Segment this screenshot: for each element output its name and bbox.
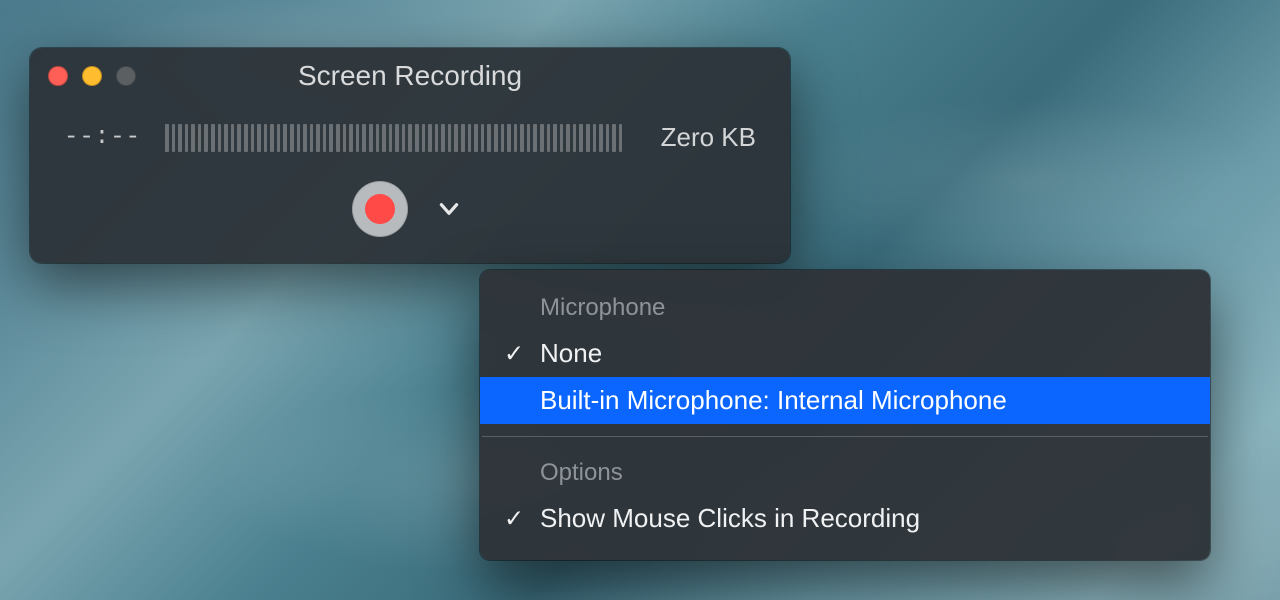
screen-recording-window: Screen Recording --:-- Zero KB bbox=[30, 48, 790, 263]
file-size: Zero KB bbox=[646, 122, 756, 153]
menu-item-mic-builtin[interactable]: Built-in Microphone: Internal Microphone bbox=[480, 377, 1210, 424]
record-button[interactable] bbox=[352, 181, 408, 237]
menu-section-options: Options bbox=[480, 449, 1210, 495]
titlebar: Screen Recording bbox=[30, 48, 790, 104]
options-menu: Microphone ✓ None Built-in Microphone: I… bbox=[480, 270, 1210, 560]
menu-item-label: Built-in Microphone: Internal Microphone bbox=[540, 385, 1007, 415]
window-controls bbox=[48, 66, 136, 86]
close-icon[interactable] bbox=[48, 66, 68, 86]
chevron-down-icon bbox=[436, 196, 462, 222]
menu-item-mic-none[interactable]: ✓ None bbox=[480, 330, 1210, 377]
checkmark-icon: ✓ bbox=[504, 339, 524, 368]
zoom-icon bbox=[116, 66, 136, 86]
checkmark-icon: ✓ bbox=[504, 504, 524, 533]
audio-level-meter bbox=[165, 124, 622, 152]
menu-section-microphone: Microphone bbox=[480, 284, 1210, 330]
record-icon bbox=[365, 194, 395, 224]
controls-row bbox=[30, 163, 790, 237]
window-title: Screen Recording bbox=[30, 60, 790, 92]
elapsed-time: --:-- bbox=[64, 124, 141, 151]
menu-separator bbox=[482, 436, 1208, 437]
status-row: --:-- Zero KB bbox=[30, 104, 790, 163]
minimize-icon[interactable] bbox=[82, 66, 102, 86]
menu-item-show-clicks[interactable]: ✓ Show Mouse Clicks in Recording bbox=[480, 495, 1210, 542]
menu-item-label: Show Mouse Clicks in Recording bbox=[540, 503, 920, 533]
menu-item-label: None bbox=[540, 338, 602, 368]
options-dropdown-button[interactable] bbox=[430, 190, 468, 228]
